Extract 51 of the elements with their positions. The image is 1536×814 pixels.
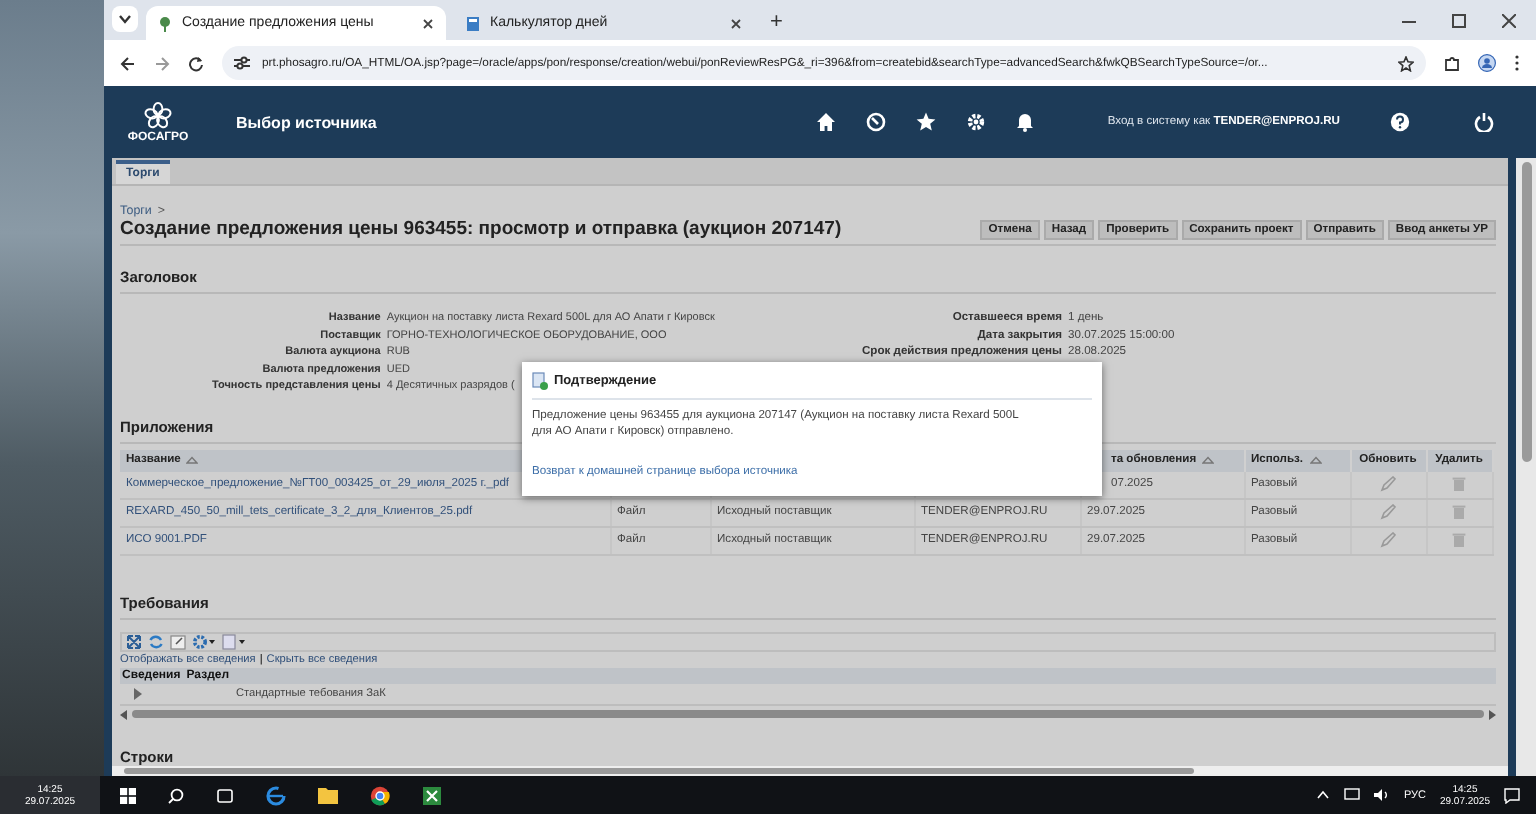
reload-icon[interactable] <box>188 55 204 71</box>
network-icon[interactable] <box>1343 788 1360 802</box>
chevron-up-icon[interactable] <box>1315 790 1330 800</box>
windows-start-icon[interactable] <box>120 787 136 803</box>
star-icon[interactable] <box>1398 55 1414 71</box>
home-icon[interactable] <box>815 112 836 132</box>
speaker-icon[interactable] <box>1373 788 1390 802</box>
horizontal-scrollbar[interactable] <box>120 708 1496 720</box>
page-title: Создание предложения цены 963455: просмотр и отправка (аукцион 207147) <box>120 218 842 240</box>
sort-icon[interactable] <box>186 456 199 464</box>
page-horizontal-scrollbar[interactable] <box>112 766 1508 776</box>
maximize-icon[interactable] <box>1452 13 1466 27</box>
calculator-icon <box>466 15 480 31</box>
notification-icon[interactable] <box>1504 787 1520 803</box>
tab-search-button[interactable] <box>112 6 138 32</box>
bell-icon[interactable] <box>1015 112 1034 132</box>
star-icon[interactable] <box>915 112 936 132</box>
settings-icon[interactable] <box>192 633 216 650</box>
browser-e-icon[interactable] <box>266 785 286 805</box>
expand-toggle[interactable] <box>132 687 144 700</box>
back-icon[interactable] <box>120 55 136 71</box>
refresh-icon[interactable] <box>148 633 164 650</box>
task-view-icon[interactable] <box>216 787 234 803</box>
sort-icon[interactable] <box>1309 456 1322 464</box>
sort-icon[interactable] <box>1202 456 1215 464</box>
chevron-icon <box>118 14 132 24</box>
search-icon[interactable] <box>168 787 184 803</box>
extensions-icon[interactable] <box>1444 55 1460 71</box>
profile-icon[interactable] <box>1478 54 1496 72</box>
scroll-right-icon[interactable] <box>1488 709 1496 719</box>
new-tab-button[interactable]: + <box>762 10 791 34</box>
document-check-icon <box>532 372 548 390</box>
folder-icon[interactable] <box>318 786 338 804</box>
view-icon[interactable] <box>222 633 246 650</box>
menu-icon[interactable] <box>1514 54 1520 72</box>
flower-icon <box>142 101 174 129</box>
page-vertical-scrollbar[interactable] <box>1516 158 1536 776</box>
power-icon[interactable] <box>1474 112 1494 132</box>
chrome-icon[interactable] <box>370 785 390 805</box>
expand-icon[interactable] <box>126 633 142 650</box>
close-icon[interactable] <box>1502 13 1516 27</box>
app-title: Выбор источника <box>236 113 377 131</box>
spreadsheet-icon[interactable] <box>422 785 442 805</box>
settings-icon[interactable] <box>965 112 986 132</box>
close-icon[interactable] <box>422 17 434 29</box>
help-icon[interactable] <box>1390 112 1410 132</box>
forward-icon[interactable] <box>154 55 170 71</box>
site-settings-icon[interactable] <box>234 56 250 70</box>
close-icon[interactable] <box>730 17 742 29</box>
scroll-left-icon[interactable] <box>120 709 128 719</box>
triangle-right-icon <box>132 687 144 700</box>
